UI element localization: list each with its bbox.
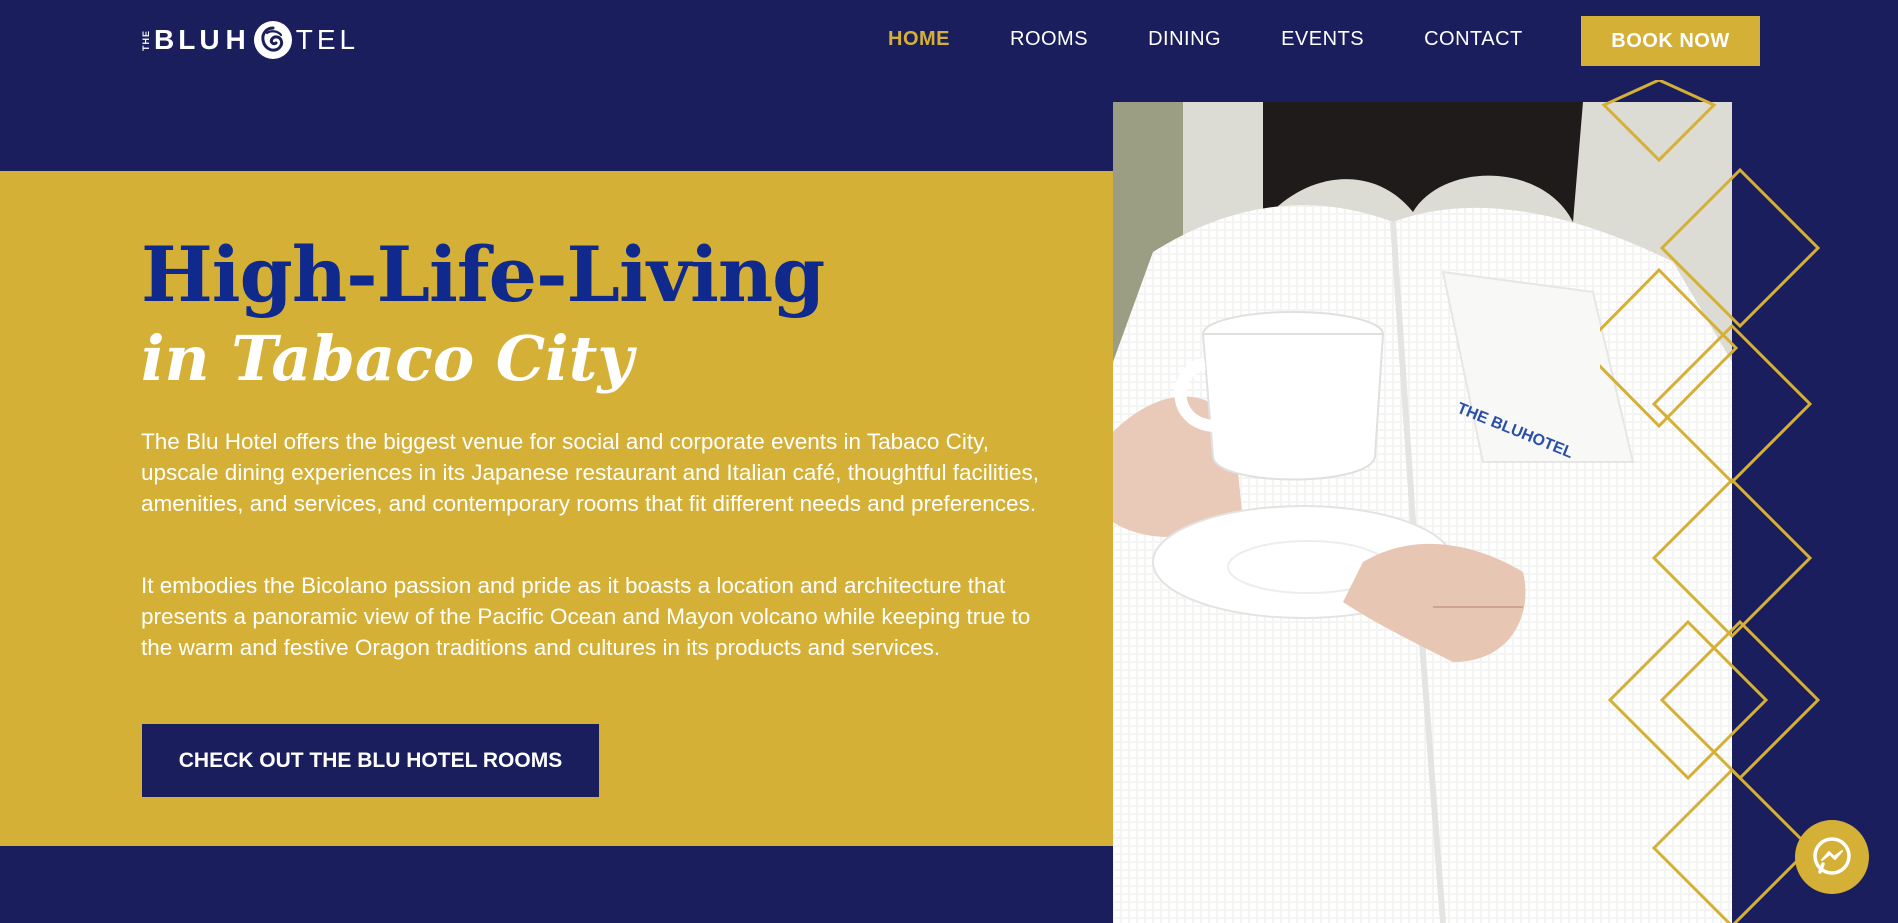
hero-subtitle: in Tabaco City [141, 322, 634, 395]
logo-word-h: H [225, 24, 250, 55]
hero-title: High-Life-Living [141, 230, 825, 319]
nav-contact[interactable]: CONTACT [1424, 28, 1523, 51]
decorative-diamonds-icon [1600, 80, 1821, 923]
nav-home[interactable]: HOME [888, 28, 950, 51]
nav-rooms[interactable]: ROOMS [1010, 28, 1088, 51]
messenger-icon [1813, 837, 1851, 875]
book-now-button[interactable]: BOOK NOW [1581, 16, 1760, 66]
nav-events[interactable]: EVENTS [1281, 28, 1364, 51]
logo-word-tel: TEL [295, 24, 360, 55]
hero-paragraph-2: It embodies the Bicolano passion and pri… [141, 573, 1031, 660]
hotel-logo-mark-icon [253, 21, 292, 59]
messenger-chat-button[interactable] [1795, 820, 1869, 894]
logo-the: THE [141, 29, 151, 51]
site-header: THE BLU H TEL HOME ROOMS DINING EVENTS C… [0, 0, 1898, 82]
main-nav: HOME ROOMS DINING EVENTS CONTACT [888, 28, 1523, 51]
logo-word-blu: BLU [154, 24, 224, 55]
hero-paragraph-1: The Blu Hotel offers the biggest venue f… [141, 429, 1040, 516]
logo-wordmark: BLU H TEL [154, 21, 359, 59]
check-out-rooms-button[interactable]: CHECK OUT THE BLU HOTEL ROOMS [142, 724, 599, 797]
nav-dining[interactable]: DINING [1148, 28, 1221, 51]
hotel-logo[interactable]: THE BLU H TEL [141, 18, 359, 62]
